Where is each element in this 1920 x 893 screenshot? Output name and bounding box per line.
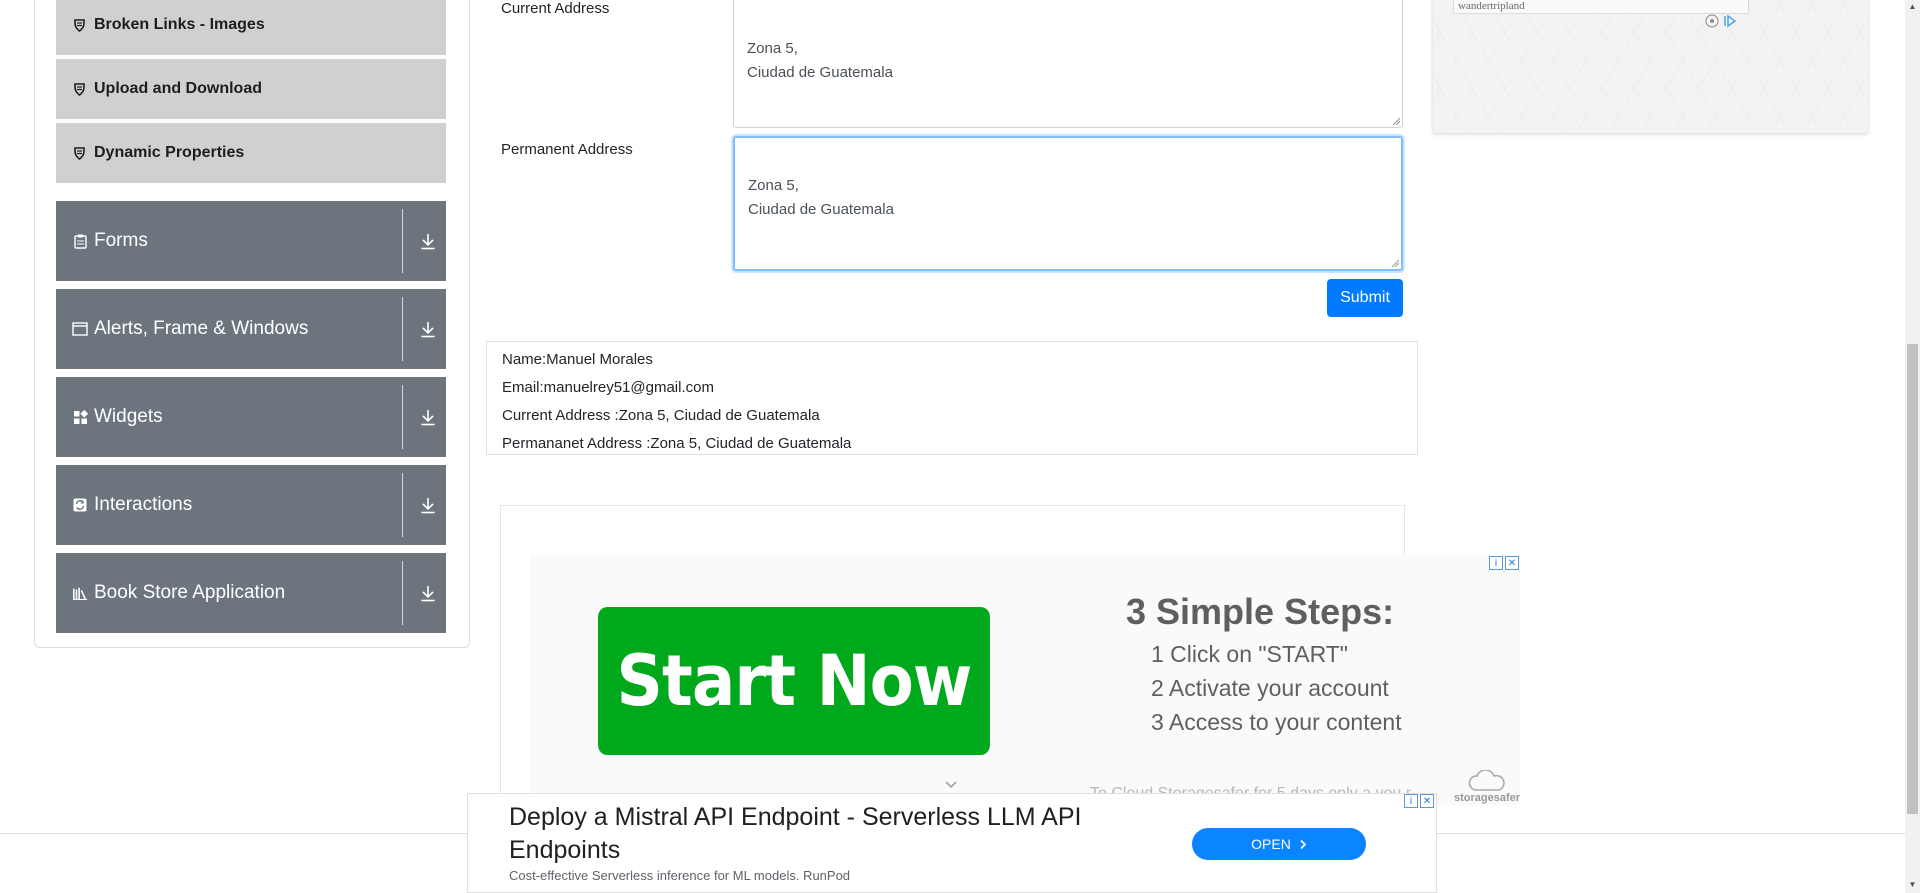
sidebar-group-book-store[interactable]: Book Store Application [56, 553, 446, 633]
open-button-label: OPEN [1251, 836, 1291, 852]
shield-icon [72, 145, 86, 161]
output-name: Name:Manuel Morales [502, 351, 653, 368]
scrollbar[interactable]: ▲ ▼ [1905, 0, 1920, 893]
chevron-right-icon [1300, 839, 1307, 849]
interactions-icon [72, 497, 88, 513]
output-panel: Name:Manuel Morales Email:manuelrey51@gm… [486, 341, 1418, 455]
divider [402, 209, 403, 273]
divider [402, 473, 403, 537]
start-now-button[interactable]: Start Now [598, 607, 990, 755]
adchoices-icon[interactable] [1723, 14, 1737, 28]
ad-step-3: 3 Access to your content [1151, 709, 1402, 735]
storagesafer-logo: storagesafer [1454, 770, 1524, 804]
sidebar-item-broken-links-images[interactable]: Broken Links - Images [56, 0, 446, 55]
widgets-icon [72, 409, 88, 425]
ad-step-2: 2 Activate your account [1151, 675, 1389, 701]
ad-controls[interactable]: i ✕ [1404, 794, 1434, 808]
window-icon [72, 321, 88, 337]
clipboard-icon [72, 233, 88, 249]
download-icon[interactable] [418, 407, 438, 427]
output-current-address: Current Address :Zona 5, Ciudad de Guate… [502, 407, 820, 424]
sidebar-group-widgets[interactable]: Widgets [56, 377, 446, 457]
adchoices-icons[interactable] [1705, 14, 1737, 28]
current-address-input[interactable]: Zona 5, Ciudad de Guatemala [733, 0, 1403, 128]
bottom-ad-banner[interactable]: Deploy a Mistral API Endpoint - Serverle… [467, 793, 1437, 893]
bottom-ad-headline: Deploy a Mistral API Endpoint - Serverle… [509, 803, 1082, 864]
info-icon[interactable] [1705, 14, 1719, 28]
output-permanent-address: Permananet Address :Zona 5, Ciudad de Gu… [502, 435, 852, 452]
sidebar-item-upload-download[interactable]: Upload and Download [56, 59, 446, 119]
shield-icon [72, 81, 86, 97]
sidebar-item-label: Upload and Download [94, 80, 262, 97]
bottom-ad-subtext: Cost-effective Serverless inference for … [509, 868, 851, 883]
permanent-address-input[interactable]: Zona 5, Ciudad de Guatemala [733, 136, 1403, 271]
books-icon [72, 585, 88, 601]
ad-controls[interactable]: i ✕ [1489, 556, 1519, 570]
permanent-address-value: Zona 5, Ciudad de Guatemala [748, 177, 894, 218]
right-ad-panel[interactable]: wandertripland [1433, 0, 1868, 133]
scrollbar-thumb[interactable] [1907, 344, 1918, 814]
cloud-icon [1468, 770, 1505, 791]
current-address-label: Current Address [501, 0, 610, 17]
sidebar-group-label: Widgets [94, 406, 163, 427]
download-icon[interactable] [418, 231, 438, 251]
open-button[interactable]: OPEN [1192, 828, 1366, 860]
sidebar-item-label: Dynamic Properties [94, 144, 245, 161]
current-address-value: Zona 5, Ciudad de Guatemala [747, 40, 893, 81]
sidebar-item-label: Broken Links - Images [94, 16, 265, 33]
sidebar-group-label: Book Store Application [94, 582, 286, 603]
info-icon[interactable]: i [1404, 794, 1418, 808]
download-icon[interactable] [418, 319, 438, 339]
chevron-down-icon[interactable] [944, 777, 958, 789]
close-icon[interactable]: ✕ [1420, 794, 1434, 808]
resize-handle-icon[interactable] [1392, 117, 1400, 125]
download-icon[interactable] [418, 583, 438, 603]
divider [402, 561, 403, 625]
ad-steps-title: 3 Simple Steps: [1126, 591, 1395, 632]
ad-brand: storagesafer [1454, 792, 1521, 804]
submit-button[interactable]: Submit [1327, 279, 1403, 317]
sidebar-group-interactions[interactable]: Interactions [56, 465, 446, 545]
resize-handle-icon[interactable] [1391, 259, 1399, 267]
info-icon[interactable]: i [1489, 556, 1503, 570]
permanent-address-label: Permanent Address [501, 141, 633, 158]
sidebar-group-label: Interactions [94, 494, 193, 515]
sidebar-group-alerts[interactable]: Alerts, Frame & Windows [56, 289, 446, 369]
close-icon[interactable]: ✕ [1505, 556, 1519, 570]
ad-step-1: 1 Click on "START" [1151, 641, 1348, 667]
download-icon[interactable] [418, 495, 438, 515]
divider [402, 385, 403, 449]
ad-field-text: wandertripland [1453, 0, 1749, 14]
sidebar-group-label: Forms [94, 230, 148, 251]
shield-icon [72, 17, 86, 33]
output-email: Email:manuelrey51@gmail.com [502, 379, 714, 396]
sidebar-group-label: Alerts, Frame & Windows [94, 318, 309, 339]
scroll-up-icon[interactable]: ▲ [1908, 2, 1917, 11]
sidebar-group-forms[interactable]: Forms [56, 201, 446, 281]
sidebar-item-dynamic-properties[interactable]: Dynamic Properties [56, 123, 446, 183]
scroll-down-icon[interactable]: ▼ [1908, 880, 1917, 889]
divider [402, 297, 403, 361]
